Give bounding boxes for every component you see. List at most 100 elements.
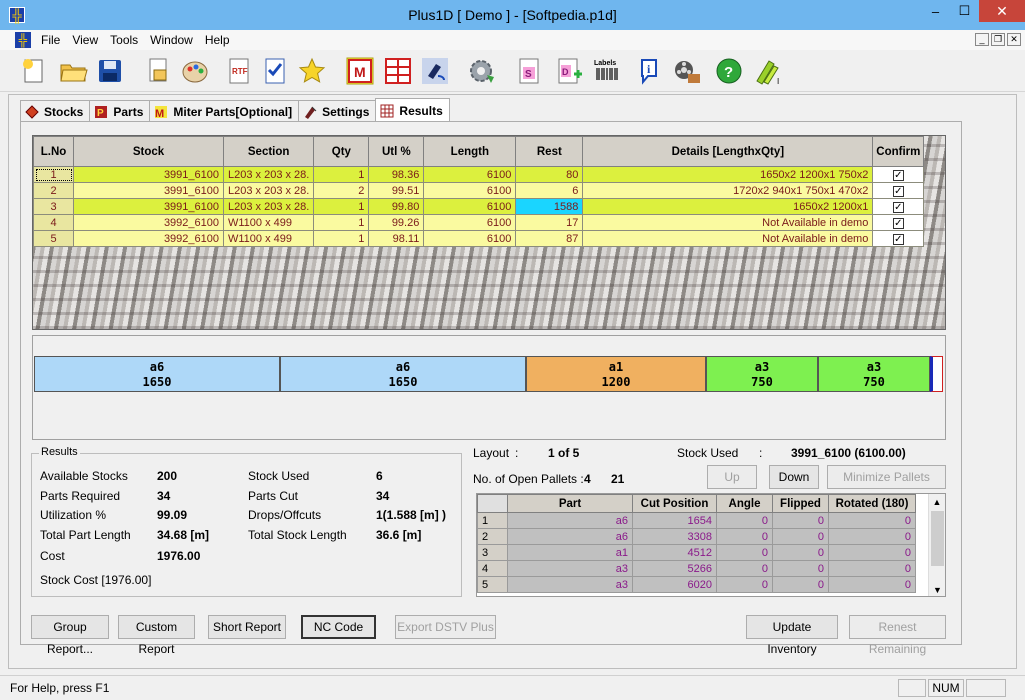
cell-angle[interactable]: 0 [716,512,773,529]
new-icon[interactable] [17,54,51,88]
star-icon[interactable] [295,54,329,88]
settings-gear-icon[interactable] [465,54,499,88]
cell-part[interactable]: a3 [507,576,633,593]
cell-part[interactable]: a6 [507,512,633,529]
cell-confirm[interactable]: ✓ [872,214,925,231]
menu-file[interactable]: File [35,33,66,47]
minimize-button[interactable]: – [921,0,950,22]
menu-help[interactable]: Help [199,33,236,47]
cell-length[interactable]: 6100 [423,214,517,231]
confirm-checkbox[interactable]: ✓ [892,169,904,181]
tab-results[interactable]: Results [375,98,450,122]
mdi-restore-button[interactable]: ❐ [991,33,1005,46]
cell-details[interactable]: 1720x2 940x1 750x1 470x2 [582,182,874,199]
mdi-close-button[interactable]: ✕ [1007,33,1021,46]
cell-angle[interactable]: 0 [716,544,773,561]
cell-section[interactable]: L203 x 203 x 28. [222,182,315,199]
results-grid[interactable]: L.No Stock Section Qty Utl % Length Rest… [32,135,946,330]
cell-cut-position[interactable]: 5266 [632,560,717,577]
col-lno[interactable]: L.No [33,136,74,167]
cell-part[interactable]: a3 [507,560,633,577]
table-row[interactable]: 4 a3 5266 0 0 0 [477,560,916,577]
cell-confirm[interactable]: ✓ [872,166,925,183]
cell-lno[interactable]: 1 [33,166,74,183]
menu-view[interactable]: View [66,33,104,47]
cell-details[interactable]: Not Available in demo [582,214,874,231]
cell-rest[interactable]: 6 [515,182,584,199]
film-icon[interactable] [670,54,704,88]
cell-lno[interactable]: 4 [33,214,74,231]
cell-utl[interactable]: 99.80 [368,198,425,215]
cut-segment[interactable]: a6 1650 [280,356,526,392]
paint-icon[interactable] [418,54,452,88]
cell-rest[interactable]: 80 [515,166,584,183]
maximize-button[interactable]: ☐ [950,0,979,22]
info-icon[interactable]: i [632,54,666,88]
cell-cut-position[interactable]: 6020 [632,576,717,593]
cell-stock[interactable]: 3991_6100 [73,198,224,215]
s-doc-icon[interactable]: S [512,54,546,88]
cell-stock[interactable]: 3992_6100 [73,230,224,247]
cut-segment[interactable]: a1 1200 [526,356,706,392]
miter-icon[interactable]: M [343,54,377,88]
cell-rotated[interactable]: 0 [828,544,916,561]
menu-window[interactable]: Window [144,33,199,47]
col-details[interactable]: Details [LengthxQty] [582,136,874,167]
cut-segment[interactable]: a3 750 [706,356,818,392]
export-dstv-button[interactable]: Export DSTV Plus [395,615,496,639]
cell-lno[interactable]: 2 [33,182,74,199]
col-rotated[interactable]: Rotated (180) [828,494,916,513]
cell-utl[interactable]: 98.11 [368,230,425,247]
cell-rotated[interactable]: 0 [828,512,916,529]
cell-qty[interactable]: 2 [313,182,370,199]
minimize-pallets-button[interactable]: Minimize Pallets [827,465,946,489]
cell-lno[interactable]: 5 [33,230,74,247]
cell-qty[interactable]: 1 [313,166,370,183]
col-confirm[interactable]: Confirm [872,136,925,167]
cell-rotated[interactable]: 0 [828,528,916,545]
cell-qty[interactable]: 1 [313,214,370,231]
col-qty[interactable]: Qty [313,136,370,167]
table-row[interactable]: 2 a6 3308 0 0 0 [477,528,916,545]
tab-miter-parts[interactable]: M Miter Parts[Optional] [149,100,300,122]
cell-cut-position[interactable]: 4512 [632,544,717,561]
cell-stock[interactable]: 3991_6100 [73,166,224,183]
cell-stock[interactable]: 3992_6100 [73,214,224,231]
cell-utl[interactable]: 99.51 [368,182,425,199]
cell-utl[interactable]: 99.26 [368,214,425,231]
parts-scrollbar[interactable]: ▲ ▼ [928,494,945,596]
cell-length[interactable]: 6100 [423,166,517,183]
cell-details[interactable]: 1650x2 1200x1 [582,198,874,215]
cell-details[interactable]: Not Available in demo [582,230,874,247]
menu-tools[interactable]: Tools [104,33,144,47]
grid-icon[interactable] [381,54,415,88]
cell-part[interactable]: a1 [507,544,633,561]
mdi-minimize-button[interactable]: _ [975,33,989,46]
col-flipped[interactable]: Flipped [772,494,829,513]
col-utl[interactable]: Utl % [368,136,425,167]
tab-stocks[interactable]: Stocks [20,100,91,122]
col-section[interactable]: Section [222,136,315,167]
save-icon[interactable] [93,54,127,88]
tab-settings[interactable]: Settings [298,100,377,122]
cell-qty[interactable]: 1 [313,230,370,247]
confirm-checkbox[interactable]: ✓ [892,233,904,245]
nc-code-button[interactable]: NC Code [301,615,376,639]
col-cut-position[interactable]: Cut Position [632,494,717,513]
cell-section[interactable]: L203 x 203 x 28. [222,198,315,215]
cell-angle[interactable]: 0 [716,576,773,593]
cell-length[interactable]: 6100 [423,182,517,199]
cell-section[interactable]: L203 x 203 x 28. [222,166,315,183]
cell-rotated[interactable]: 0 [828,560,916,577]
table-row[interactable]: 5 3992_6100 W1100 x 499 1 98.11 6100 87 … [33,230,925,247]
cell-rest[interactable]: 87 [515,230,584,247]
table-row[interactable]: 5 a3 6020 0 0 0 [477,576,916,593]
tab-parts[interactable]: P Parts [89,100,151,122]
confirm-checkbox[interactable]: ✓ [892,201,904,213]
table-row[interactable]: 1 a6 1654 0 0 0 [477,512,916,529]
scroll-up-icon[interactable]: ▲ [929,497,945,507]
table-row[interactable]: 3 3991_6100 L203 x 203 x 28. 1 99.80 610… [33,198,925,215]
cell-angle[interactable]: 0 [716,528,773,545]
table-row[interactable]: 2 3991_6100 L203 x 203 x 28. 2 99.51 610… [33,182,925,199]
close-button[interactable]: ✕ [979,0,1025,22]
